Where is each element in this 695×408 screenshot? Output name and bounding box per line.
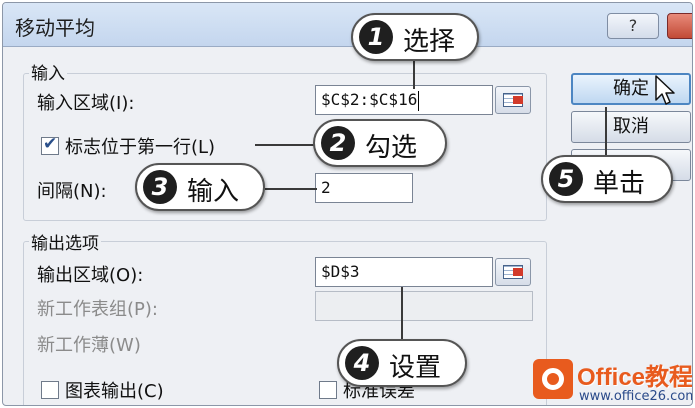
cancel-button[interactable]: 取消: [571, 111, 691, 143]
callout-click: 5 单击: [541, 155, 673, 203]
first-row-checkbox[interactable]: ✔: [41, 134, 59, 155]
close-button[interactable]: [667, 13, 692, 39]
dialog-title: 移动平均: [15, 16, 95, 40]
collapse-arrow-icon: [513, 96, 523, 104]
new-sheet-field[interactable]: [315, 291, 533, 321]
input-range-ref-button[interactable]: [495, 86, 531, 114]
watermark-title: Office教程网: [577, 364, 693, 391]
input-range-value: $C$2:$C$16: [321, 90, 418, 109]
input-group-title: 输入: [29, 59, 67, 84]
output-range-field[interactable]: $D$3: [315, 257, 493, 287]
chart-output-label: 图表输出(C): [65, 381, 164, 402]
office-logo-icon: [533, 359, 573, 399]
step-badge: 5: [549, 162, 583, 196]
callout-input: 3 输入: [135, 163, 265, 211]
callout-line-1: [413, 61, 415, 89]
interval-label: 间隔(N):: [37, 181, 107, 202]
new-sheet-label: 新工作表组(P):: [37, 299, 158, 320]
callout-text: 设置: [389, 353, 442, 383]
step-badge: 3: [143, 170, 177, 204]
checkmark-icon: ✔: [43, 134, 58, 154]
input-range-label: 输入区域(I):: [37, 93, 135, 114]
callout-text: 单击: [593, 169, 646, 199]
new-workbook-label: 新工作薄(W): [37, 335, 141, 356]
step-badge: 2: [321, 126, 355, 160]
callout-text: 选择: [403, 27, 456, 57]
callout-line-5: [605, 107, 607, 157]
watermark-url: www.office26.com: [579, 389, 693, 404]
output-range-ref-button[interactable]: [495, 258, 531, 286]
step-badge: 4: [345, 346, 379, 380]
output-group-title: 输出选项: [29, 229, 101, 254]
callout-text: 勾选: [365, 133, 418, 163]
help-button[interactable]: ?: [607, 13, 659, 39]
mouse-pointer-icon: [655, 75, 675, 105]
moving-average-dialog: 移动平均 ? 输入 输入区域(I): $C$2:$C$16 ✔ 标志位于第一行(…: [2, 2, 693, 406]
chart-output-checkbox[interactable]: [41, 381, 59, 399]
callout-set: 4 设置: [337, 339, 467, 387]
callout-select: 1 选择: [351, 13, 479, 61]
interval-field[interactable]: 2: [315, 173, 413, 203]
input-range-field[interactable]: $C$2:$C$16: [315, 85, 493, 115]
text-caret: [418, 90, 420, 111]
callout-check: 2 勾选: [313, 119, 447, 167]
step-badge: 1: [359, 20, 393, 54]
output-range-label: 输出区域(O):: [37, 265, 144, 286]
callout-line-2: [255, 144, 317, 146]
callout-line-4: [401, 287, 403, 345]
std-error-checkbox[interactable]: [319, 381, 337, 399]
logo-ring-icon: [542, 368, 564, 390]
title-bar: 移动平均 ?: [3, 3, 692, 47]
first-row-label: 标志位于第一行(L): [65, 137, 216, 158]
collapse-arrow-icon: [513, 268, 523, 276]
callout-line-3: [265, 188, 317, 190]
callout-text: 输入: [187, 177, 240, 207]
